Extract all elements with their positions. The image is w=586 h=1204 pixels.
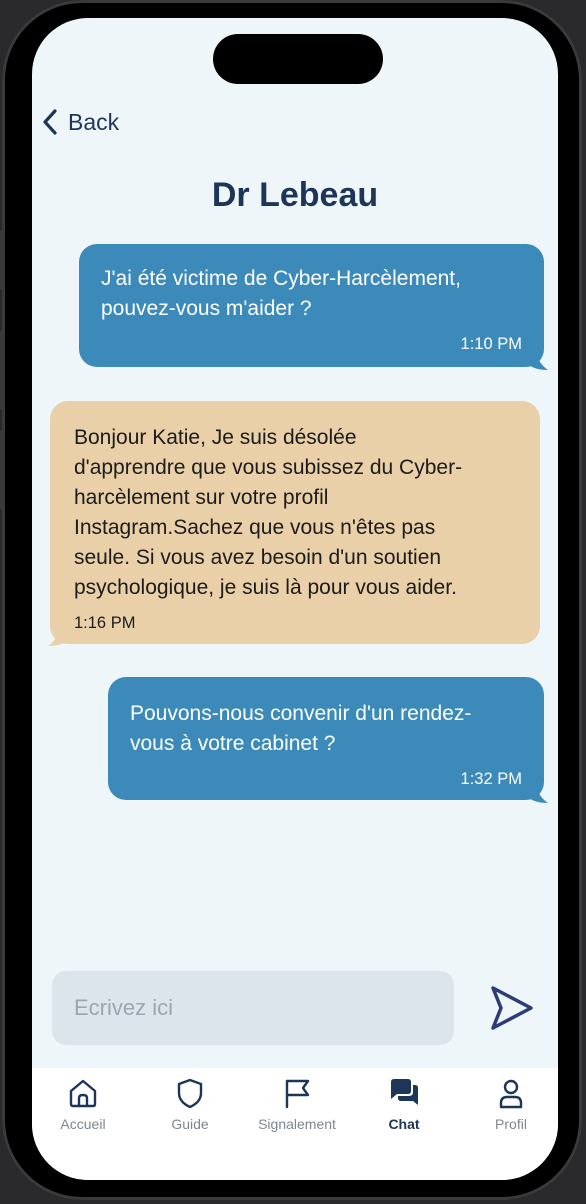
phone-frame: Back Dr Lebeau J'ai été victime de Cyber…: [2, 0, 582, 1200]
message-text: J'ai été victime de Cyber-Harcèlement, p…: [101, 267, 461, 320]
tab-guide[interactable]: Guide: [140, 1076, 240, 1132]
phone-screen: Back Dr Lebeau J'ai été victime de Cyber…: [32, 18, 558, 1180]
tab-label: Accueil: [60, 1116, 106, 1132]
tab-label: Signalement: [258, 1116, 336, 1132]
shield-icon: [177, 1078, 203, 1109]
send-icon: [491, 986, 533, 1030]
message-bubble-sent: Pouvons-nous convenir d'un rendez- vous …: [108, 677, 544, 800]
tab-chat[interactable]: Chat: [354, 1076, 454, 1132]
back-label: Back: [68, 108, 120, 135]
message-bubble-received: Bonjour Katie, Je suis désolée d'apprend…: [50, 401, 540, 644]
message-time: 1:10 PM: [460, 335, 522, 353]
flag-icon: [285, 1079, 310, 1109]
tab-label: Chat: [388, 1116, 420, 1132]
tab-signalement[interactable]: Signalement: [247, 1076, 347, 1132]
home-icon: [69, 1079, 97, 1108]
chevron-left-icon: [43, 109, 57, 135]
page-title: Dr Lebeau: [211, 176, 379, 214]
message-text: Bonjour Katie, Je suis désolée d'apprend…: [74, 426, 463, 599]
tab-label: Profil: [495, 1116, 527, 1132]
message-bubble-sent: J'ai été victime de Cyber-Harcèlement, p…: [79, 244, 544, 367]
tab-bar: Accueil Guide Signalement Chat Profil: [32, 1068, 558, 1180]
tab-label: Guide: [171, 1116, 209, 1132]
send-button[interactable]: [485, 983, 537, 1033]
message-input[interactable]: [52, 971, 454, 1045]
dynamic-island: [213, 34, 383, 84]
chat-bubbles-icon: [391, 1079, 418, 1105]
message-time: 1:32 PM: [460, 770, 522, 788]
message-time: 1:16 PM: [74, 614, 136, 632]
back-button[interactable]: Back: [40, 106, 119, 138]
tab-accueil[interactable]: Accueil: [33, 1076, 133, 1132]
user-icon: [499, 1079, 523, 1109]
message-text: Pouvons-nous convenir d'un rendez- vous …: [130, 702, 472, 755]
tab-profil[interactable]: Profil: [461, 1076, 558, 1132]
